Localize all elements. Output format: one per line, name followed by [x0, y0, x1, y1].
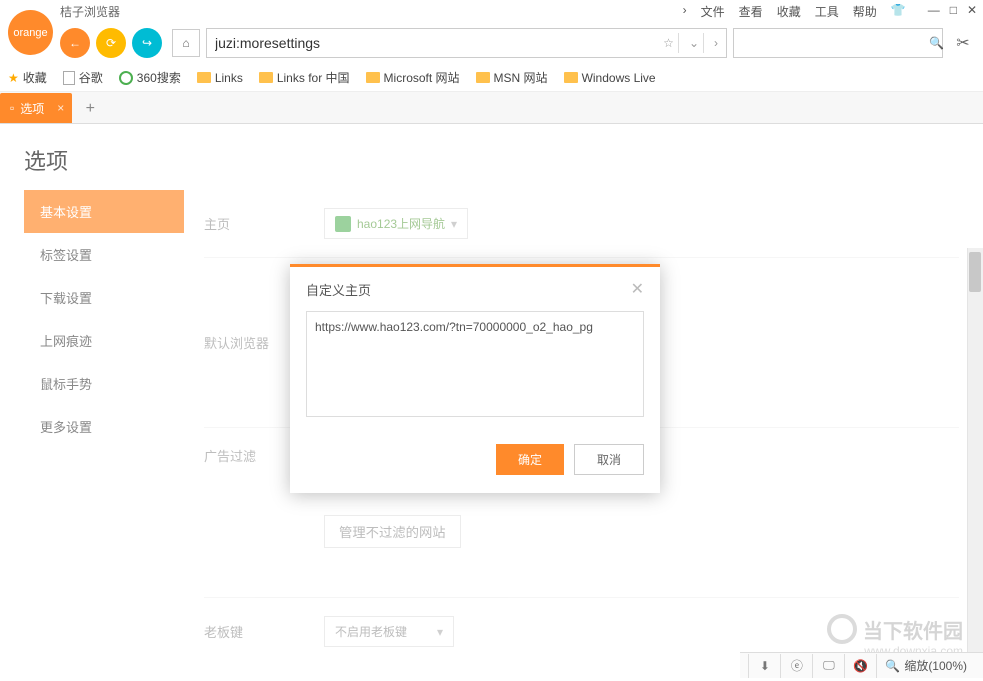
maximize-icon[interactable]: □ [950, 3, 957, 20]
bookmark-microsoft[interactable]: Microsoft 网站 [366, 69, 460, 86]
bookmark-favorites[interactable]: ★收藏 [8, 69, 47, 86]
bookmark-google[interactable]: 谷歌 [63, 69, 103, 86]
menu-help[interactable]: 帮助 [853, 3, 877, 20]
sidebar-item-download[interactable]: 下载设置 [24, 276, 184, 319]
url-input[interactable] [215, 35, 657, 51]
bookmark-msn[interactable]: MSN 网站 [476, 69, 548, 86]
app-title: 桔子浏览器 [60, 3, 120, 20]
scrollbar-thumb[interactable] [969, 252, 981, 292]
circle-icon [119, 71, 133, 85]
search-icon[interactable]: 🔍 [929, 36, 944, 50]
bookmark-links-cn[interactable]: Links for 中国 [259, 69, 350, 86]
setting-label: 老板键 [204, 622, 324, 641]
bookmark-links[interactable]: Links [197, 71, 243, 85]
setting-homepage: 主页 hao123上网导航 ▾ [204, 190, 959, 258]
sidebar-item-history[interactable]: 上网痕迹 [24, 319, 184, 362]
folder-icon [197, 72, 211, 83]
menu-favorites[interactable]: 收藏 [777, 3, 801, 20]
dropdown-value: 不启用老板键 [335, 623, 407, 640]
screenshot-icon[interactable]: ✂ [949, 33, 977, 53]
search-input[interactable] [746, 36, 923, 51]
display-icon[interactable]: 🖵 [812, 654, 844, 678]
zoom-control[interactable]: 🔍 缩放(100%) [876, 654, 975, 678]
zoom-value: 缩放(100%) [904, 657, 967, 674]
skin-icon[interactable]: 👕 [891, 3, 906, 20]
search-icon: 🔍 [885, 659, 900, 673]
app-logo: orange [8, 10, 53, 55]
menu-view[interactable]: 查看 [739, 3, 763, 20]
tab-close-icon[interactable]: × [57, 101, 64, 115]
sidebar-item-basic[interactable]: 基本设置 [24, 190, 184, 233]
ok-button[interactable]: 确定 [496, 444, 564, 475]
sidebar-item-gestures[interactable]: 鼠标手势 [24, 362, 184, 405]
address-bar[interactable]: ☆ ⌄ › [206, 28, 727, 58]
custom-homepage-modal: 自定义主页 ✕ 确定 取消 [290, 264, 660, 493]
homepage-url-textarea[interactable] [306, 311, 644, 417]
manage-whitelist-button[interactable]: 管理不过滤的网站 [324, 515, 461, 548]
star-icon: ★ [8, 71, 19, 85]
menubar: › 文件 查看 收藏 工具 帮助 👕 — □ ✕ [683, 3, 977, 20]
scrollbar[interactable] [967, 248, 983, 678]
chevron-down-icon: ▾ [437, 625, 443, 639]
hao123-icon [335, 216, 351, 232]
toolbar: ← ⟳ ↪ ⌂ ☆ ⌄ › 🔍 ✂ [0, 22, 983, 64]
mute-icon[interactable]: 🔇 [844, 654, 876, 678]
reload-button[interactable]: ⟳ [96, 28, 126, 58]
forward-button[interactable]: ↪ [132, 28, 162, 58]
modal-title: 自定义主页 [306, 280, 371, 299]
folder-icon [564, 72, 578, 83]
modal-close-icon[interactable]: ✕ [631, 279, 644, 299]
chevron-down-icon[interactable]: ⌄ [689, 36, 699, 50]
home-button[interactable]: ⌂ [172, 29, 200, 57]
menu-tools[interactable]: 工具 [815, 3, 839, 20]
minimize-icon[interactable]: — [928, 3, 940, 20]
tab-settings[interactable]: ▫ 选项 × [0, 93, 72, 123]
statusbar: ⬇ ⓔ 🖵 🔇 🔍 缩放(100%) [740, 652, 983, 678]
chevron-down-icon: ▾ [451, 217, 457, 231]
bosskey-dropdown[interactable]: 不启用老板键 ▾ [324, 616, 454, 647]
bookmark-winlive[interactable]: Windows Live [564, 71, 656, 85]
homepage-dropdown[interactable]: hao123上网导航 ▾ [324, 208, 468, 239]
tab-strip: ▫ 选项 × + [0, 92, 983, 124]
folder-icon [476, 72, 490, 83]
folder-icon [366, 72, 380, 83]
go-icon[interactable]: › [714, 36, 718, 50]
bookmark-360[interactable]: 360搜索 [119, 69, 181, 86]
sidebar-item-more[interactable]: 更多设置 [24, 405, 184, 448]
sidebar-item-tabs[interactable]: 标签设置 [24, 233, 184, 276]
cancel-button[interactable]: 取消 [574, 444, 644, 475]
page-icon: ▫ [10, 101, 14, 115]
search-box[interactable]: 🔍 [733, 28, 943, 58]
titlebar: orange 桔子浏览器 › 文件 查看 收藏 工具 帮助 👕 — □ ✕ [0, 0, 983, 22]
dropdown-value: hao123上网导航 [357, 215, 445, 232]
setting-label: 主页 [204, 214, 324, 233]
chevron-right-icon[interactable]: › [683, 3, 687, 20]
ie-mode-icon[interactable]: ⓔ [780, 654, 812, 678]
page-icon [63, 71, 75, 85]
download-icon[interactable]: ⬇ [748, 654, 780, 678]
close-icon[interactable]: ✕ [967, 3, 977, 20]
bookmarks-bar: ★收藏 谷歌 360搜索 Links Links for 中国 Microsof… [0, 64, 983, 92]
tab-label: 选项 [20, 100, 44, 117]
folder-icon [259, 72, 273, 83]
back-button[interactable]: ← [60, 28, 90, 58]
menu-file[interactable]: 文件 [701, 3, 725, 20]
settings-sidebar: 基本设置 标签设置 下载设置 上网痕迹 鼠标手势 更多设置 [24, 190, 184, 678]
page-title: 选项 [0, 124, 983, 190]
star-icon[interactable]: ☆ [663, 36, 674, 50]
new-tab-button[interactable]: + [76, 95, 104, 123]
